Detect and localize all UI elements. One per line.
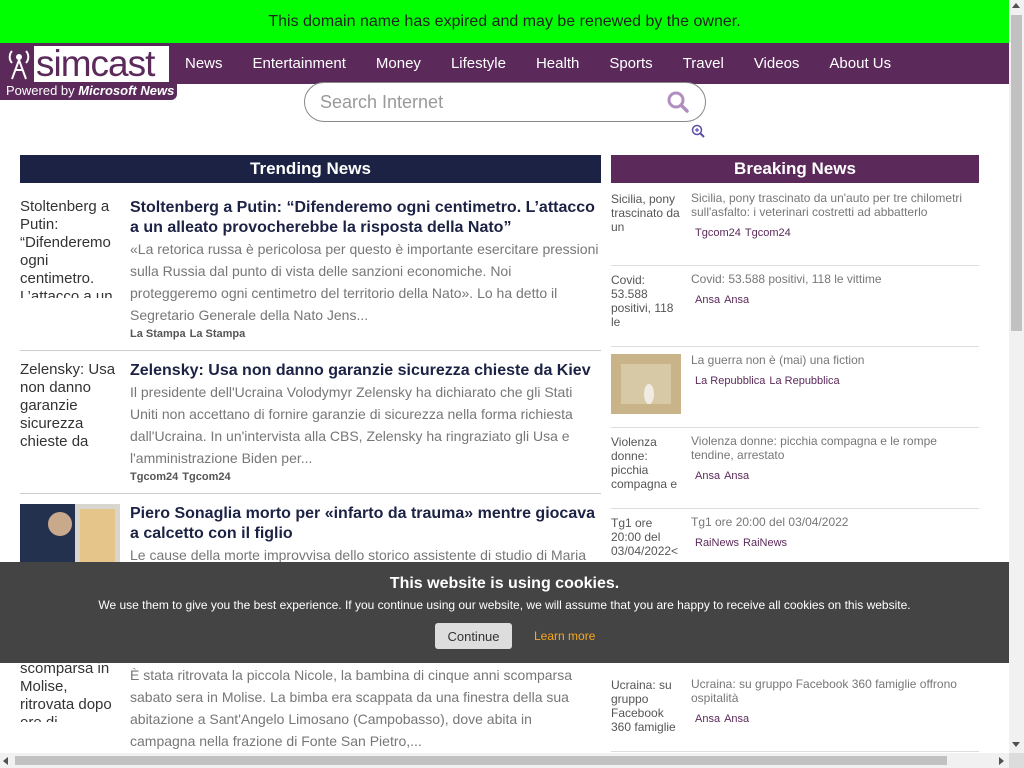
expired-domain-banner: This domain name has expired and may be … [0, 0, 1009, 43]
cookie-text: We use them to give you the best experie… [98, 598, 911, 612]
nav-entertainment[interactable]: Entertainment [238, 43, 361, 84]
article-thumbnail[interactable]: Covid: 53.588 positivi, 118 le [611, 273, 681, 333]
page: This domain name has expired and may be … [0, 0, 1024, 768]
source-name: Ansa [724, 713, 750, 725]
article-source[interactable]: Tgcom24 Tgcom24 [695, 227, 791, 239]
source-name: La Stampa [189, 328, 246, 340]
nav-news[interactable]: News [170, 43, 238, 84]
vertical-scrollbar[interactable] [1009, 0, 1024, 753]
article-title[interactable]: Violenza donne: picchia compagna e le ro… [691, 434, 979, 462]
breaking-item[interactable]: Sicilia, pony trascinato da un Sicilia, … [611, 185, 979, 266]
article-summary: È stata ritrovata la piccola Nicole, la … [130, 667, 573, 749]
main-nav: News Entertainment Money Lifestyle Healt… [170, 43, 906, 84]
scroll-up-icon[interactable] [1012, 3, 1020, 8]
logo-text: simcast [36, 43, 155, 84]
article-thumbnail[interactable] [611, 354, 681, 414]
source-name: Ansa [724, 294, 750, 306]
nav-sports[interactable]: Sports [594, 43, 667, 84]
nav-videos[interactable]: Videos [739, 43, 815, 84]
article-summary: Il presidente dell'Ucraina Volodymyr Zel… [130, 384, 573, 466]
scroll-right-icon[interactable] [999, 757, 1004, 765]
trending-heading: Trending News [20, 155, 601, 183]
powered-by-badge: Powered by Microsoft News [0, 82, 177, 100]
scroll-down-icon[interactable] [1012, 742, 1020, 747]
breaking-heading: Breaking News [611, 155, 979, 183]
nav-about-us[interactable]: About Us [814, 43, 906, 84]
powered-brand: Microsoft News [78, 83, 175, 98]
article-thumbnail[interactable]: Violenza donne: picchia compagna e [611, 435, 681, 495]
nav-travel[interactable]: Travel [668, 43, 739, 84]
article-title[interactable]: Piero Sonaglia morto per «infarto da tra… [130, 504, 600, 544]
trending-item[interactable]: Stoltenberg a Putin: “Difenderemo ogni c… [20, 198, 601, 348]
powered-prefix: Powered by [6, 83, 79, 98]
source-name: Tgcom24 [744, 227, 791, 239]
article-source[interactable]: La Repubblica La Repubblica [695, 375, 840, 387]
scrollbar-corner [1009, 753, 1024, 768]
cookie-learn-more-link[interactable]: Learn more [534, 629, 595, 643]
article-thumbnail[interactable]: Zelensky: Usa non danno garanzie sicurez… [20, 361, 120, 461]
zoom-in-icon[interactable] [691, 124, 705, 143]
divider [20, 350, 601, 351]
source-logo: La Stampa [130, 328, 186, 340]
article-thumbnail[interactable]: Ucraina: su gruppo Facebook 360 famiglie [611, 678, 681, 738]
navbar: simcast News Entertainment Money Lifesty… [0, 43, 1009, 84]
scrollbar-thumb[interactable] [15, 756, 947, 765]
search-icon[interactable] [667, 91, 689, 118]
article-title[interactable]: Stoltenberg a Putin: “Difenderemo ogni c… [130, 198, 600, 238]
article-source[interactable]: Ansa Ansa [695, 713, 749, 725]
horizontal-scrollbar[interactable] [0, 753, 1009, 768]
breaking-item[interactable]: Violenza donne: picchia compagna e Viole… [611, 428, 979, 509]
article-thumbnail[interactable]: Sicilia, pony trascinato da un [611, 192, 681, 252]
banner-text: This domain name has expired and may be … [268, 12, 741, 30]
breaking-item[interactable]: La guerra non è (mai) una fiction La Rep… [611, 347, 979, 428]
nav-health[interactable]: Health [521, 43, 594, 84]
source-name: Ansa [724, 470, 750, 482]
cookie-continue-button[interactable]: Continue [435, 623, 512, 649]
article-title[interactable]: Zelensky: Usa non danno garanzie sicurez… [130, 361, 600, 381]
nav-lifestyle[interactable]: Lifestyle [436, 43, 521, 84]
source-logo: Tgcom24 [695, 227, 741, 239]
article-title[interactable]: Covid: 53.588 positivi, 118 le vittime [691, 272, 979, 286]
article-source[interactable]: Ansa Ansa [695, 470, 749, 482]
breaking-item[interactable]: Ucraina: su gruppo Facebook 360 famiglie… [611, 671, 979, 752]
article-source[interactable]: Ansa Ansa [695, 294, 749, 306]
trending-item[interactable]: Zelensky: Usa non danno garanzie sicurez… [20, 361, 601, 491]
source-logo: RaiNews [695, 537, 740, 549]
article-source[interactable]: La Stampa La Stampa [130, 328, 245, 340]
antenna-icon [4, 46, 34, 82]
source-name: RaiNews [743, 537, 788, 549]
source-logo: Tgcom24 [130, 471, 179, 483]
cookie-banner: This website is using cookies. We use th… [0, 562, 1009, 663]
breaking-item[interactable]: Covid: 53.588 positivi, 118 le Covid: 53… [611, 266, 979, 347]
article-title[interactable]: Tg1 ore 20:00 del 03/04/2022 [691, 515, 979, 529]
article-title[interactable]: La guerra non è (mai) una fiction [691, 353, 979, 367]
source-logo: Ansa [695, 470, 721, 482]
source-logo: Ansa [695, 294, 721, 306]
cookie-title: This website is using cookies. [389, 575, 620, 592]
article-title[interactable]: Sicilia, pony trascinato da un'auto per … [691, 191, 979, 219]
scroll-left-icon[interactable] [3, 757, 8, 765]
article-title[interactable]: Ucraina: su gruppo Facebook 360 famiglie… [691, 677, 979, 705]
article-thumbnail[interactable]: scomparsa in Molise, ritrovata dopo ore … [20, 660, 120, 722]
article-source[interactable]: RaiNews RaiNews [695, 537, 787, 549]
source-name: Tgcom24 [182, 471, 231, 483]
simcast-logo[interactable]: simcast [4, 43, 169, 84]
trending-item[interactable]: scomparsa in Molise, ritrovata dopo ore … [20, 660, 601, 753]
article-summary: «La retorica russa è pericolosa per ques… [130, 241, 599, 323]
source-logo: Ansa [695, 713, 721, 725]
source-name: La Repubblica [769, 375, 840, 387]
source-logo: La Repubblica [695, 375, 766, 387]
search-box [304, 82, 706, 122]
article-thumbnail[interactable]: Stoltenberg a Putin: “Difenderemo ogni c… [20, 198, 120, 298]
divider [20, 493, 601, 494]
nav-money[interactable]: Money [361, 43, 436, 84]
search-input[interactable] [320, 91, 650, 113]
article-source[interactable]: Tgcom24 Tgcom24 [130, 471, 231, 483]
scrollbar-thumb[interactable] [1011, 15, 1022, 331]
